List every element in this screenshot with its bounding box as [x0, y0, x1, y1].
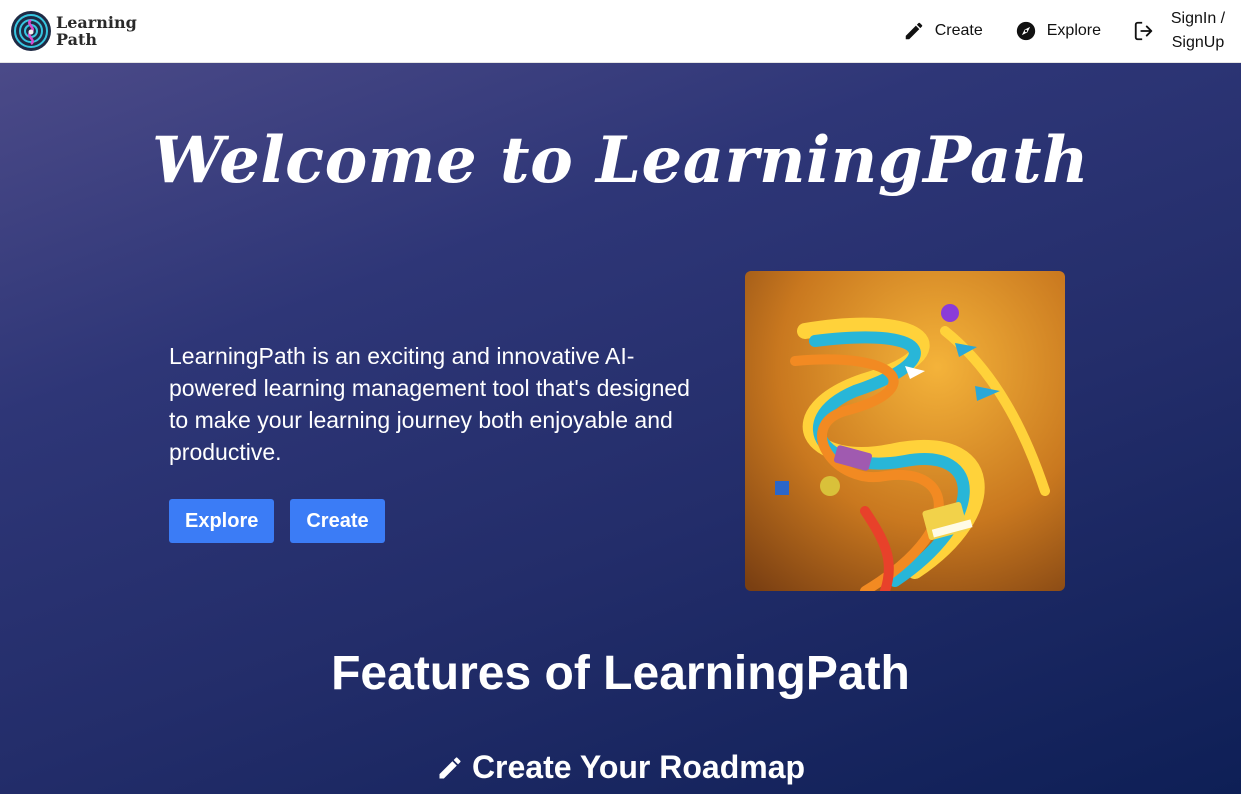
feature-create-roadmap-label: Create Your Roadmap	[471, 749, 806, 785]
logout-icon	[1134, 21, 1153, 41]
nav-signin-label: SignIn / SignUp	[1170, 10, 1226, 51]
brand-name: Learning Path	[56, 13, 137, 49]
create-button[interactable]: Create	[290, 499, 385, 543]
learning-path-illustration	[745, 271, 1065, 591]
top-navbar: Learning Path Create Explore SignIn / Si…	[0, 0, 1241, 63]
nav-create-label: Create	[934, 22, 983, 39]
features-title: Features of LearningPath	[331, 647, 910, 700]
pencil-icon	[439, 756, 461, 778]
brain-target-logo	[11, 11, 51, 51]
brand-link[interactable]: Learning Path	[10, 10, 137, 52]
nav-links: Create Explore SignIn / SignUp	[871, 0, 1231, 63]
hero-description: LearningPath is an exciting and innovati…	[169, 343, 690, 465]
nav-explore[interactable]: Explore	[1015, 20, 1101, 42]
feature-create-roadmap-heading: Create Your Roadmap	[0, 749, 1241, 786]
hero-section: Welcome to LearningPath LearningPath is …	[0, 63, 1241, 794]
nav-create[interactable]: Create	[903, 20, 983, 42]
nav-signin-signup[interactable]: SignIn / SignUp	[1133, 7, 1231, 55]
pencil-icon	[905, 22, 922, 40]
explore-button[interactable]: Explore	[169, 499, 275, 543]
hero-buttons: Explore Create	[169, 499, 385, 543]
compass-icon	[1016, 21, 1035, 41]
nav-explore-label: Explore	[1046, 22, 1101, 39]
hero-title: Welcome to LearningPath	[151, 123, 1090, 198]
